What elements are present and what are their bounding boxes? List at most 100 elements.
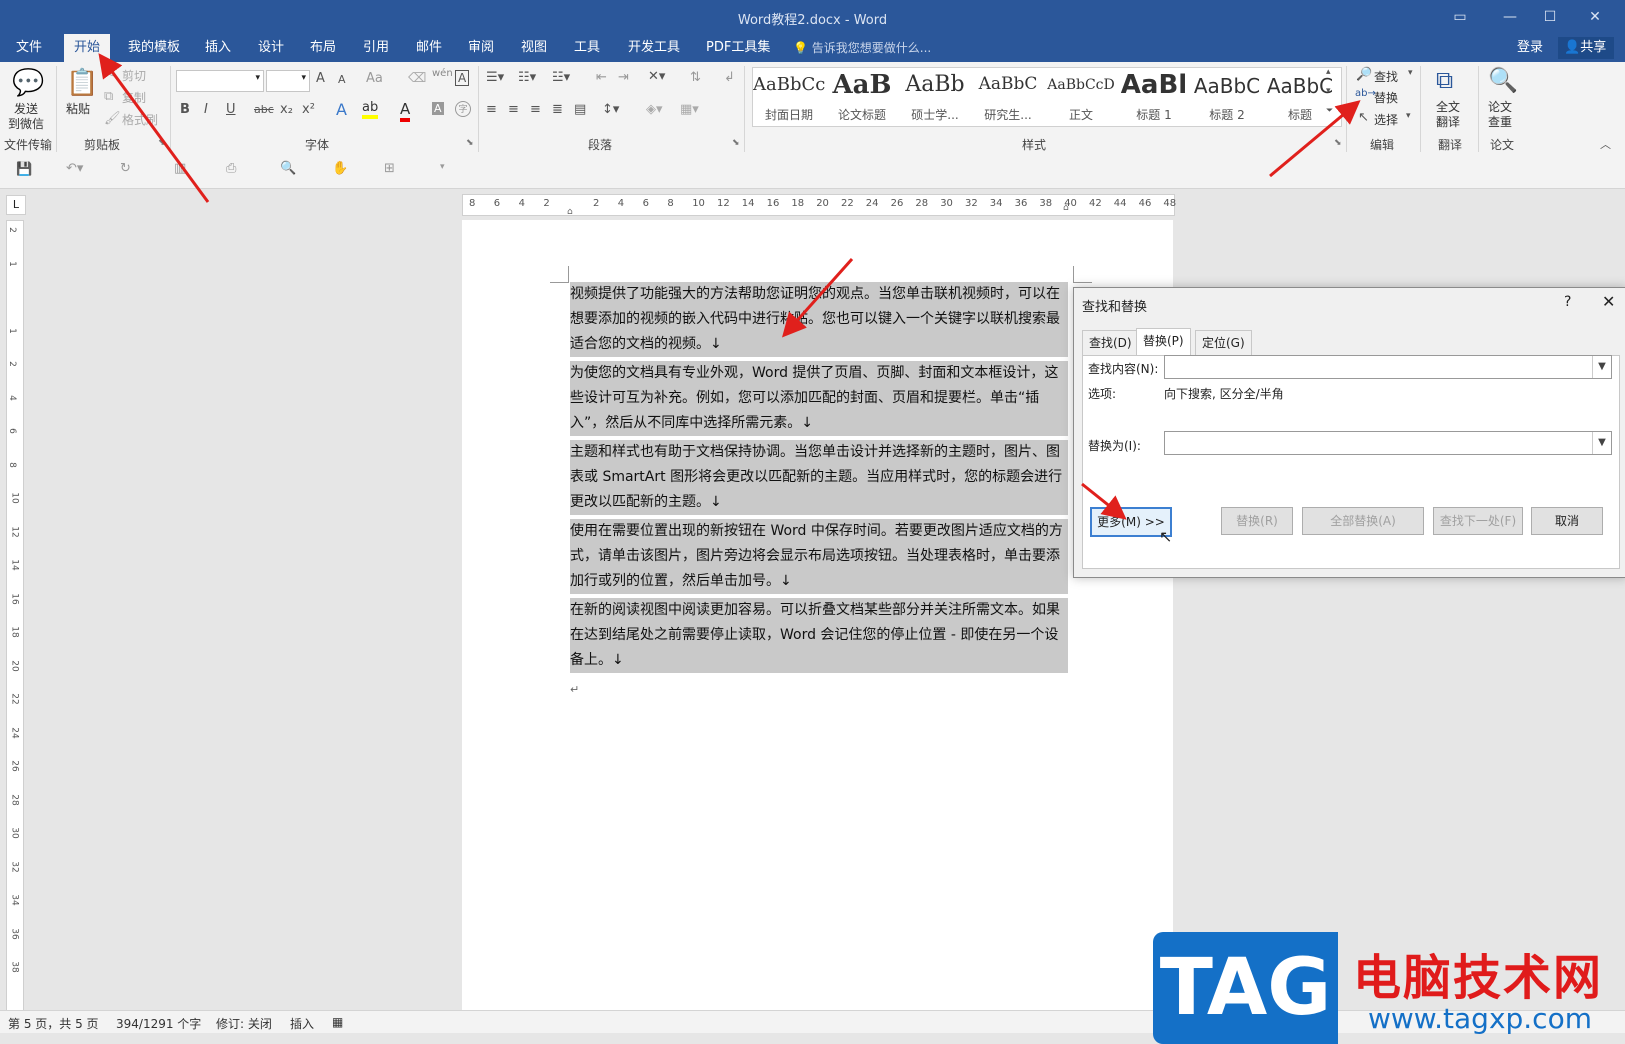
tab-my-templates[interactable]: 我的模板 <box>118 34 190 62</box>
word-count[interactable]: 394/1291 个字 <box>116 1015 201 1032</box>
replace-all-button[interactable]: 全部替换(A) <box>1302 507 1424 535</box>
help-icon[interactable]: ? <box>1564 294 1571 310</box>
gallery-scroll-up-icon[interactable]: ▴ <box>1326 67 1331 77</box>
tab-find[interactable]: 查找(D) <box>1082 330 1139 356</box>
chevron-down-icon[interactable]: ▼ <box>1592 432 1611 454</box>
style-item[interactable]: AaBbC 研究生... <box>972 68 1044 126</box>
send-wechat-line2[interactable]: 到微信 <box>8 115 44 132</box>
grow-font-icon[interactable]: A <box>316 71 325 86</box>
decrease-indent-icon[interactable]: ⇤ <box>596 70 607 85</box>
paper-check-icon[interactable]: 🔍 <box>1488 66 1518 94</box>
tab-review[interactable]: 审阅 <box>458 34 504 62</box>
layout-icon[interactable]: ▥ <box>174 161 186 176</box>
paragraph[interactable]: 视频提供了功能强大的方法帮助您证明您的观点。当您单击联机视频时，可以在想要添加的… <box>570 282 1068 357</box>
paste-button[interactable]: 粘贴 <box>66 100 90 117</box>
style-item[interactable]: AaBbCcD 正文 <box>1045 68 1117 126</box>
full-translate-line2[interactable]: 翻译 <box>1436 113 1460 130</box>
redo-icon[interactable]: ↻ <box>120 161 131 176</box>
find-input[interactable]: ▼ <box>1164 355 1612 379</box>
tab-developer[interactable]: 开发工具 <box>618 34 690 62</box>
horizontal-ruler[interactable]: 8 6 4 2 2 4 6 8 10 12 14 16 18 20 22 24 26 28 30 32 34 36 38 40… <box>462 194 1176 217</box>
document-body[interactable]: 视频提供了功能强大的方法帮助您证明您的观点。当您单击联机视频时，可以在想要添加的… <box>570 282 1068 702</box>
qat-dropdown-icon[interactable]: ▾ <box>440 162 445 172</box>
distributed-icon[interactable]: ▤ <box>574 102 586 117</box>
align-left-icon[interactable]: ≡ <box>486 102 497 117</box>
paragraph[interactable]: 主题和样式也有助于文档保持协调。当您单击设计并选择新的主题时，图片、图表或 Sm… <box>570 440 1068 515</box>
strikethrough-icon[interactable]: abc <box>254 103 274 116</box>
line-spacing-icon[interactable]: ↕▾ <box>602 102 619 117</box>
tab-home[interactable]: 开始 <box>64 34 111 62</box>
tab-mailings[interactable]: 邮件 <box>406 34 452 62</box>
tab-references[interactable]: 引用 <box>353 34 399 62</box>
dialog-launcher-icon[interactable]: ⬊ <box>732 138 740 148</box>
macro-icon[interactable]: ▦ <box>332 1015 343 1029</box>
format-painter-button[interactable]: 格式刷 <box>122 111 158 128</box>
tell-me-search[interactable]: 💡 告诉我您想要做什么... <box>793 34 931 62</box>
touch-mode-icon[interactable]: ✋ <box>332 161 348 176</box>
borders-icon[interactable]: ▦▾ <box>680 102 699 117</box>
select-dropdown-icon[interactable]: ▾ <box>1406 111 1411 121</box>
multilevel-list-icon[interactable]: ☳▾ <box>552 70 570 85</box>
wechat-icon[interactable]: 💬 <box>12 68 44 98</box>
subscript-icon[interactable]: x₂ <box>280 102 293 117</box>
chinese-layout-icon[interactable]: ✕▾ <box>648 69 665 84</box>
superscript-icon[interactable]: x² <box>302 102 315 117</box>
paragraph[interactable]: 使用在需要位置出现的新按钮在 Word 中保存时间。若要更改图片适应文档的方式，… <box>570 519 1068 594</box>
increase-indent-icon[interactable]: ⇥ <box>618 70 629 85</box>
char-shading-icon[interactable]: A <box>432 102 444 115</box>
tab-design[interactable]: 设计 <box>248 34 294 62</box>
align-center-icon[interactable]: ≡ <box>508 102 519 117</box>
tab-pdf-tools[interactable]: PDF工具集 <box>696 34 780 62</box>
paragraph[interactable]: 在新的阅读视图中阅读更加容易。可以折叠文档某些部分并关注所需文本。如果在达到结尾… <box>570 598 1068 673</box>
replace-button[interactable]: 替换(R) <box>1221 507 1293 535</box>
right-indent-marker-icon[interactable]: ⌂ <box>1063 203 1069 213</box>
italic-icon[interactable]: I <box>204 102 208 117</box>
share-button[interactable]: 👤共享 <box>1558 37 1615 59</box>
style-item[interactable]: AaBbC 标题 2 <box>1191 68 1263 126</box>
bold-icon[interactable]: B <box>180 102 190 117</box>
tab-tools[interactable]: 工具 <box>564 34 610 62</box>
tab-layout[interactable]: 布局 <box>300 34 346 62</box>
insert-mode[interactable]: 插入 <box>290 1015 314 1032</box>
gallery-scroll-down-icon[interactable]: ▾ <box>1326 86 1331 96</box>
font-name-box[interactable]: ▾ <box>176 70 264 92</box>
change-case-icon[interactable]: Aa <box>366 71 383 86</box>
dialog-launcher-icon[interactable]: ⬊ <box>466 138 474 148</box>
sort-icon[interactable]: ⇅ <box>690 70 701 85</box>
clear-format-icon[interactable]: ⌫ <box>408 71 426 86</box>
style-item[interactable]: AaBb 硕士学... <box>899 68 971 126</box>
cancel-button[interactable]: 取消 <box>1531 507 1603 535</box>
cut-button[interactable]: 剪切 <box>122 67 146 84</box>
text-effects-icon[interactable]: A <box>336 100 347 119</box>
justify-icon[interactable]: ≣ <box>552 102 563 117</box>
enclose-char-icon[interactable]: 字 <box>455 101 471 117</box>
style-item[interactable]: AaBbCc 封面日期 <box>753 68 825 126</box>
tab-goto[interactable]: 定位(G) <box>1195 330 1252 356</box>
minimize-icon[interactable]: — <box>1490 4 1530 30</box>
maximize-icon[interactable]: ☐ <box>1530 4 1570 30</box>
style-item[interactable]: AaBl 标题 1 <box>1118 68 1190 126</box>
preview-icon[interactable]: 🔍 <box>280 161 296 176</box>
shading-icon[interactable]: ◈▾ <box>646 102 663 117</box>
paragraph[interactable]: 为使您的文档具有专业外观，Word 提供了页眉、页脚、封面和文本框设计，这些设计… <box>570 361 1068 436</box>
save-icon[interactable]: 💾 <box>16 162 32 177</box>
find-button[interactable]: 查找 <box>1374 68 1398 85</box>
chevron-down-icon[interactable]: ▼ <box>1592 356 1611 378</box>
tab-view[interactable]: 视图 <box>511 34 557 62</box>
gallery-more-icon[interactable]: ⏷ <box>1326 106 1333 116</box>
close-window-icon[interactable]: ✕ <box>1575 4 1615 30</box>
translate-icon[interactable]: ⧉ <box>1436 66 1453 94</box>
collapse-ribbon-icon[interactable]: ︿ <box>1600 136 1611 152</box>
show-marks-icon[interactable]: ↲ <box>724 70 735 85</box>
dialog-launcher-icon[interactable]: ⬊ <box>158 138 166 148</box>
find-next-button[interactable]: 查找下一处(F) <box>1433 507 1523 535</box>
undo-icon[interactable]: ↶▾ <box>66 161 83 176</box>
underline-icon[interactable]: U <box>226 102 236 117</box>
track-changes-status[interactable]: 修订: 关闭 <box>216 1015 272 1032</box>
highlight-icon[interactable]: ab <box>362 100 379 119</box>
bullets-icon[interactable]: ☰▾ <box>486 70 504 85</box>
select-button[interactable]: 选择 <box>1374 111 1398 128</box>
copy-button[interactable]: 复制 <box>122 89 146 106</box>
paper-check-line2[interactable]: 查重 <box>1488 113 1512 130</box>
replace-input[interactable]: ▼ <box>1164 431 1612 455</box>
